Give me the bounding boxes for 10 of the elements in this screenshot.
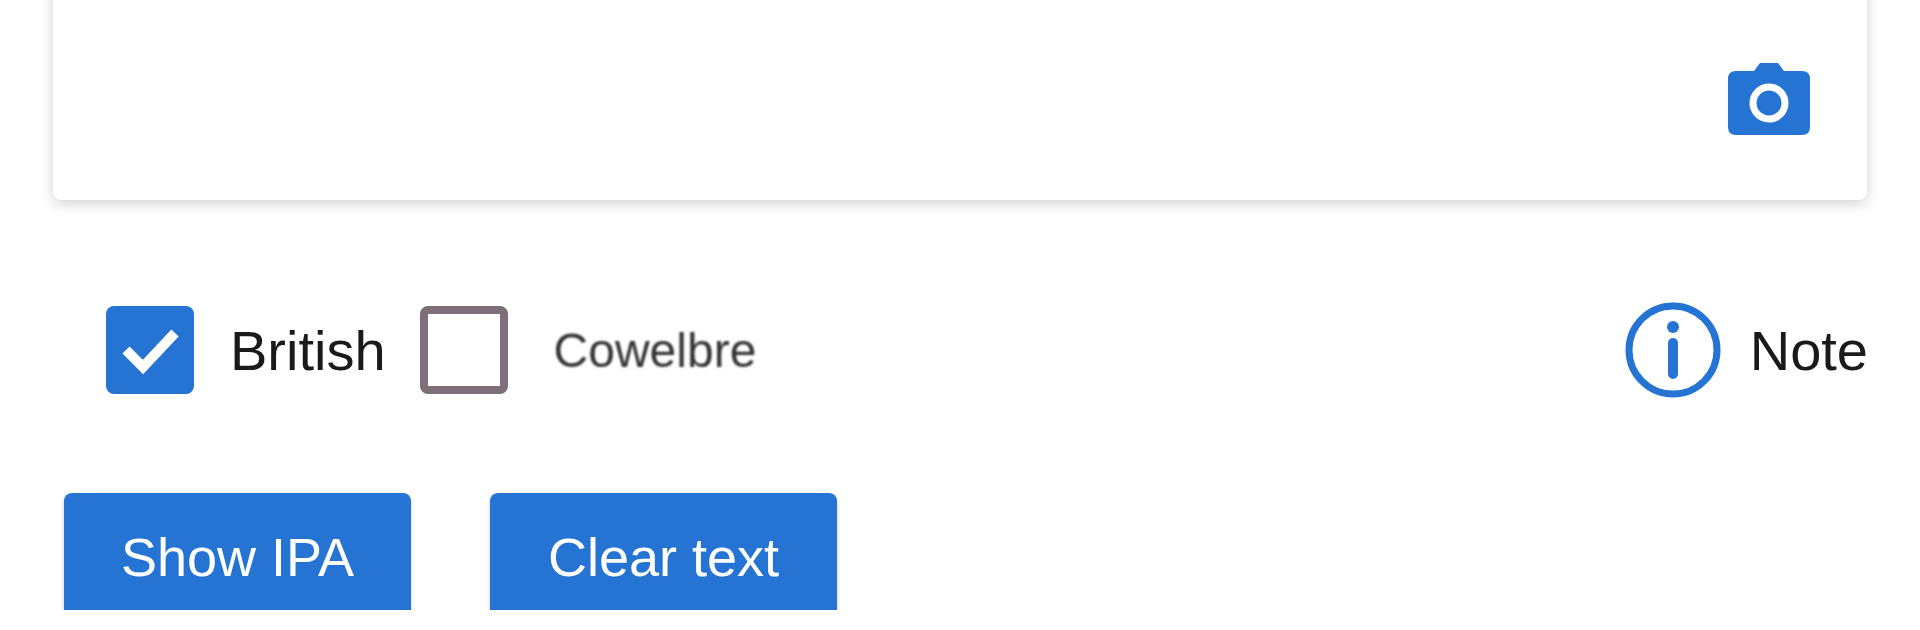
info-icon[interactable] — [1623, 301, 1722, 399]
checkbox-label: British — [230, 317, 386, 383]
action-button[interactable]: Show IPA — [64, 493, 411, 610]
checkbox[interactable] — [106, 306, 194, 394]
text-input-card[interactable] — [53, 0, 1867, 200]
checkbox[interactable] — [419, 306, 508, 394]
checkbox-label: Cowelbre — [553, 322, 757, 378]
camera-icon[interactable] — [1728, 63, 1810, 135]
note-label[interactable]: Note — [1749, 317, 1868, 383]
action-button[interactable]: Clear text — [490, 493, 837, 610]
